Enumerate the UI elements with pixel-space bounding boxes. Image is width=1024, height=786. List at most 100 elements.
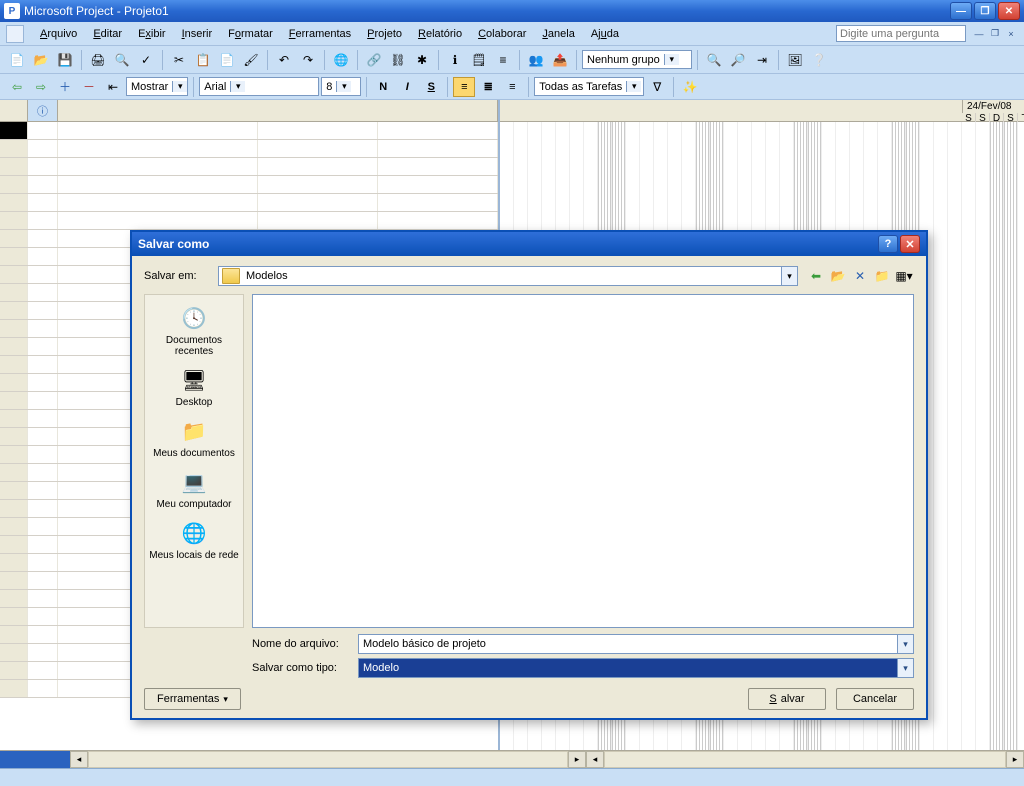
standard-toolbar: 📄 📂 💾 🖨 🔍 ✓ ✂ 📋 📄 🖌 ↶ ↷ 🌐 🔗 ⛓ ✱ ℹ 🗒 ≡ 👥 … xyxy=(0,46,1024,74)
info-icon[interactable]: ℹ xyxy=(444,49,466,71)
place-desktop[interactable]: 🖥Desktop xyxy=(145,363,243,410)
goto-icon[interactable]: ⇥ xyxy=(751,49,773,71)
cancel-button[interactable]: Cancelar xyxy=(836,688,914,710)
cut-icon[interactable]: ✂ xyxy=(168,49,190,71)
plus-icon[interactable]: ＋ xyxy=(54,76,76,98)
unchain-icon[interactable]: ⛓ xyxy=(387,49,409,71)
folder-icon xyxy=(222,268,240,284)
savetype-combo[interactable]: Modelo▾ xyxy=(358,658,914,678)
nav-delete-icon[interactable]: ✕ xyxy=(850,266,870,286)
save-icon[interactable]: 💾 xyxy=(54,49,76,71)
scroll-right-button[interactable]: ▸ xyxy=(568,751,586,768)
outdent-icon[interactable]: ⇤ xyxy=(102,76,124,98)
menu-formatar[interactable]: Formatar xyxy=(220,26,281,42)
place-meus-documentos[interactable]: 📁Meus documentos xyxy=(145,414,243,461)
back-icon[interactable]: ⇦ xyxy=(6,76,28,98)
align-left-button[interactable]: ≡ xyxy=(453,77,475,97)
views-icon[interactable]: ▦▾ xyxy=(894,266,914,286)
menu-projeto[interactable]: Projeto xyxy=(359,26,410,42)
minus-icon[interactable]: － xyxy=(78,76,100,98)
open-icon[interactable]: 📂 xyxy=(30,49,52,71)
menu-inserir[interactable]: Inserir xyxy=(174,26,221,42)
menu-arquivo[interactable]: Arquivo xyxy=(32,26,85,42)
new-icon[interactable]: 📄 xyxy=(6,49,28,71)
preview-icon[interactable]: 🔍 xyxy=(111,49,133,71)
link-icon[interactable]: 🌐 xyxy=(330,49,352,71)
autofilter-icon[interactable]: ∇ xyxy=(646,76,668,98)
dropdown-icon[interactable]: ▾ xyxy=(781,267,797,285)
menu-ajuda[interactable]: Ajuda xyxy=(583,26,627,42)
statusbar xyxy=(0,768,1024,786)
place-documentos-recentes[interactable]: 🕓Documentos recentes xyxy=(145,301,243,359)
align-center-button[interactable]: ≣ xyxy=(477,77,499,97)
save-as-dialog: Salvar como ? ✕ Salvar em: Modelos ▾ ⬅ xyxy=(130,230,928,720)
dialog-help-button[interactable]: ? xyxy=(878,235,898,253)
font-combo[interactable]: Arial▾ xyxy=(199,77,319,96)
nav-back-icon[interactable]: ⬅ xyxy=(806,266,826,286)
place-meu-computador[interactable]: 💻Meu computador xyxy=(145,465,243,512)
app-titlebar: P Microsoft Project - Projeto1 — ❐ ✕ xyxy=(0,0,1024,22)
publish-icon[interactable]: 📤 xyxy=(549,49,571,71)
tools-button[interactable]: Ferramentas▾ xyxy=(144,688,241,710)
zoomin-icon[interactable]: 🔍 xyxy=(703,49,725,71)
forward-icon[interactable]: ⇨ xyxy=(30,76,52,98)
underline-button[interactable]: S xyxy=(420,77,442,97)
place-meus-locais-de-rede[interactable]: 🌐Meus locais de rede xyxy=(145,516,243,563)
scroll-right2-button[interactable]: ▸ xyxy=(1006,751,1024,768)
new-folder-icon[interactable]: 📁 xyxy=(872,266,892,286)
align-right-button[interactable]: ≡ xyxy=(501,77,523,97)
menu-editar[interactable]: Editar xyxy=(85,26,130,42)
doc-minimize-button[interactable]: — xyxy=(972,27,986,41)
help-icon[interactable]: ❔ xyxy=(808,49,830,71)
italic-button[interactable]: I xyxy=(396,77,418,97)
app-icon: P xyxy=(4,3,20,19)
filter-combo[interactable]: Todas as Tarefas▾ xyxy=(534,77,644,96)
zoomout-icon[interactable]: 🔎 xyxy=(727,49,749,71)
scroll-left-button[interactable]: ◂ xyxy=(70,751,88,768)
copypicture-icon[interactable]: 🖼 xyxy=(784,49,806,71)
dialog-close-button[interactable]: ✕ xyxy=(900,235,920,253)
note-icon[interactable]: 🗒 xyxy=(468,49,490,71)
menu-ferramentas[interactable]: Ferramentas xyxy=(281,26,359,42)
show-combo[interactable]: Mostrar▾ xyxy=(126,77,188,96)
savetype-label: Salvar como tipo: xyxy=(252,662,352,674)
nav-up-icon[interactable]: 📂 xyxy=(828,266,848,286)
undo-icon[interactable]: ↶ xyxy=(273,49,295,71)
menu-relatorio[interactable]: Relatório xyxy=(410,26,470,42)
bold-button[interactable]: N xyxy=(372,77,394,97)
spell-icon[interactable]: ✓ xyxy=(135,49,157,71)
menu-janela[interactable]: Janela xyxy=(534,26,582,42)
menu-exibir[interactable]: Exibir xyxy=(130,26,174,42)
doc-close-button[interactable]: × xyxy=(1004,27,1018,41)
copy-icon[interactable]: 📋 xyxy=(192,49,214,71)
paste-icon[interactable]: 📄 xyxy=(216,49,238,71)
filename-combo[interactable]: Modelo básico de projeto▾ xyxy=(358,634,914,654)
hscroll: ◂ ▸ ◂ ▸ xyxy=(0,750,1024,768)
maximize-button[interactable]: ❐ xyxy=(974,2,996,20)
timeline-date: 24/Fev/08 xyxy=(962,100,1024,113)
chain-icon[interactable]: 🔗 xyxy=(363,49,385,71)
filename-label: Nome do arquivo: xyxy=(252,638,352,650)
scroll-left2-button[interactable]: ◂ xyxy=(586,751,604,768)
close-button[interactable]: ✕ xyxy=(998,2,1020,20)
fontsize-combo[interactable]: 8▾ xyxy=(321,77,361,96)
minimize-button[interactable]: — xyxy=(950,2,972,20)
place-icon: 🕓 xyxy=(177,303,211,333)
save-button[interactable]: Salvar xyxy=(748,688,826,710)
group-combo[interactable]: Nenhum grupo▾ xyxy=(582,50,692,69)
resources-icon[interactable]: 👥 xyxy=(525,49,547,71)
split-icon[interactable]: ✱ xyxy=(411,49,433,71)
ask-input[interactable] xyxy=(836,25,966,42)
menu-colaborar[interactable]: Colaborar xyxy=(470,26,534,42)
location-combo[interactable]: Modelos ▾ xyxy=(218,266,798,286)
format-painter-icon[interactable]: 🖌 xyxy=(240,49,262,71)
doc-restore-button[interactable]: ❐ xyxy=(988,27,1002,41)
file-list[interactable] xyxy=(252,294,914,628)
document-icon xyxy=(6,25,24,43)
subtask-icon[interactable]: ≡ xyxy=(492,49,514,71)
wizard-icon[interactable]: ✨ xyxy=(679,76,701,98)
formatting-toolbar: ⇦ ⇨ ＋ － ⇤ Mostrar▾ Arial▾ 8▾ N I S ≡ ≣ ≡… xyxy=(0,74,1024,100)
print-icon[interactable]: 🖨 xyxy=(87,49,109,71)
redo-icon[interactable]: ↷ xyxy=(297,49,319,71)
place-icon: 🖥 xyxy=(177,365,211,395)
